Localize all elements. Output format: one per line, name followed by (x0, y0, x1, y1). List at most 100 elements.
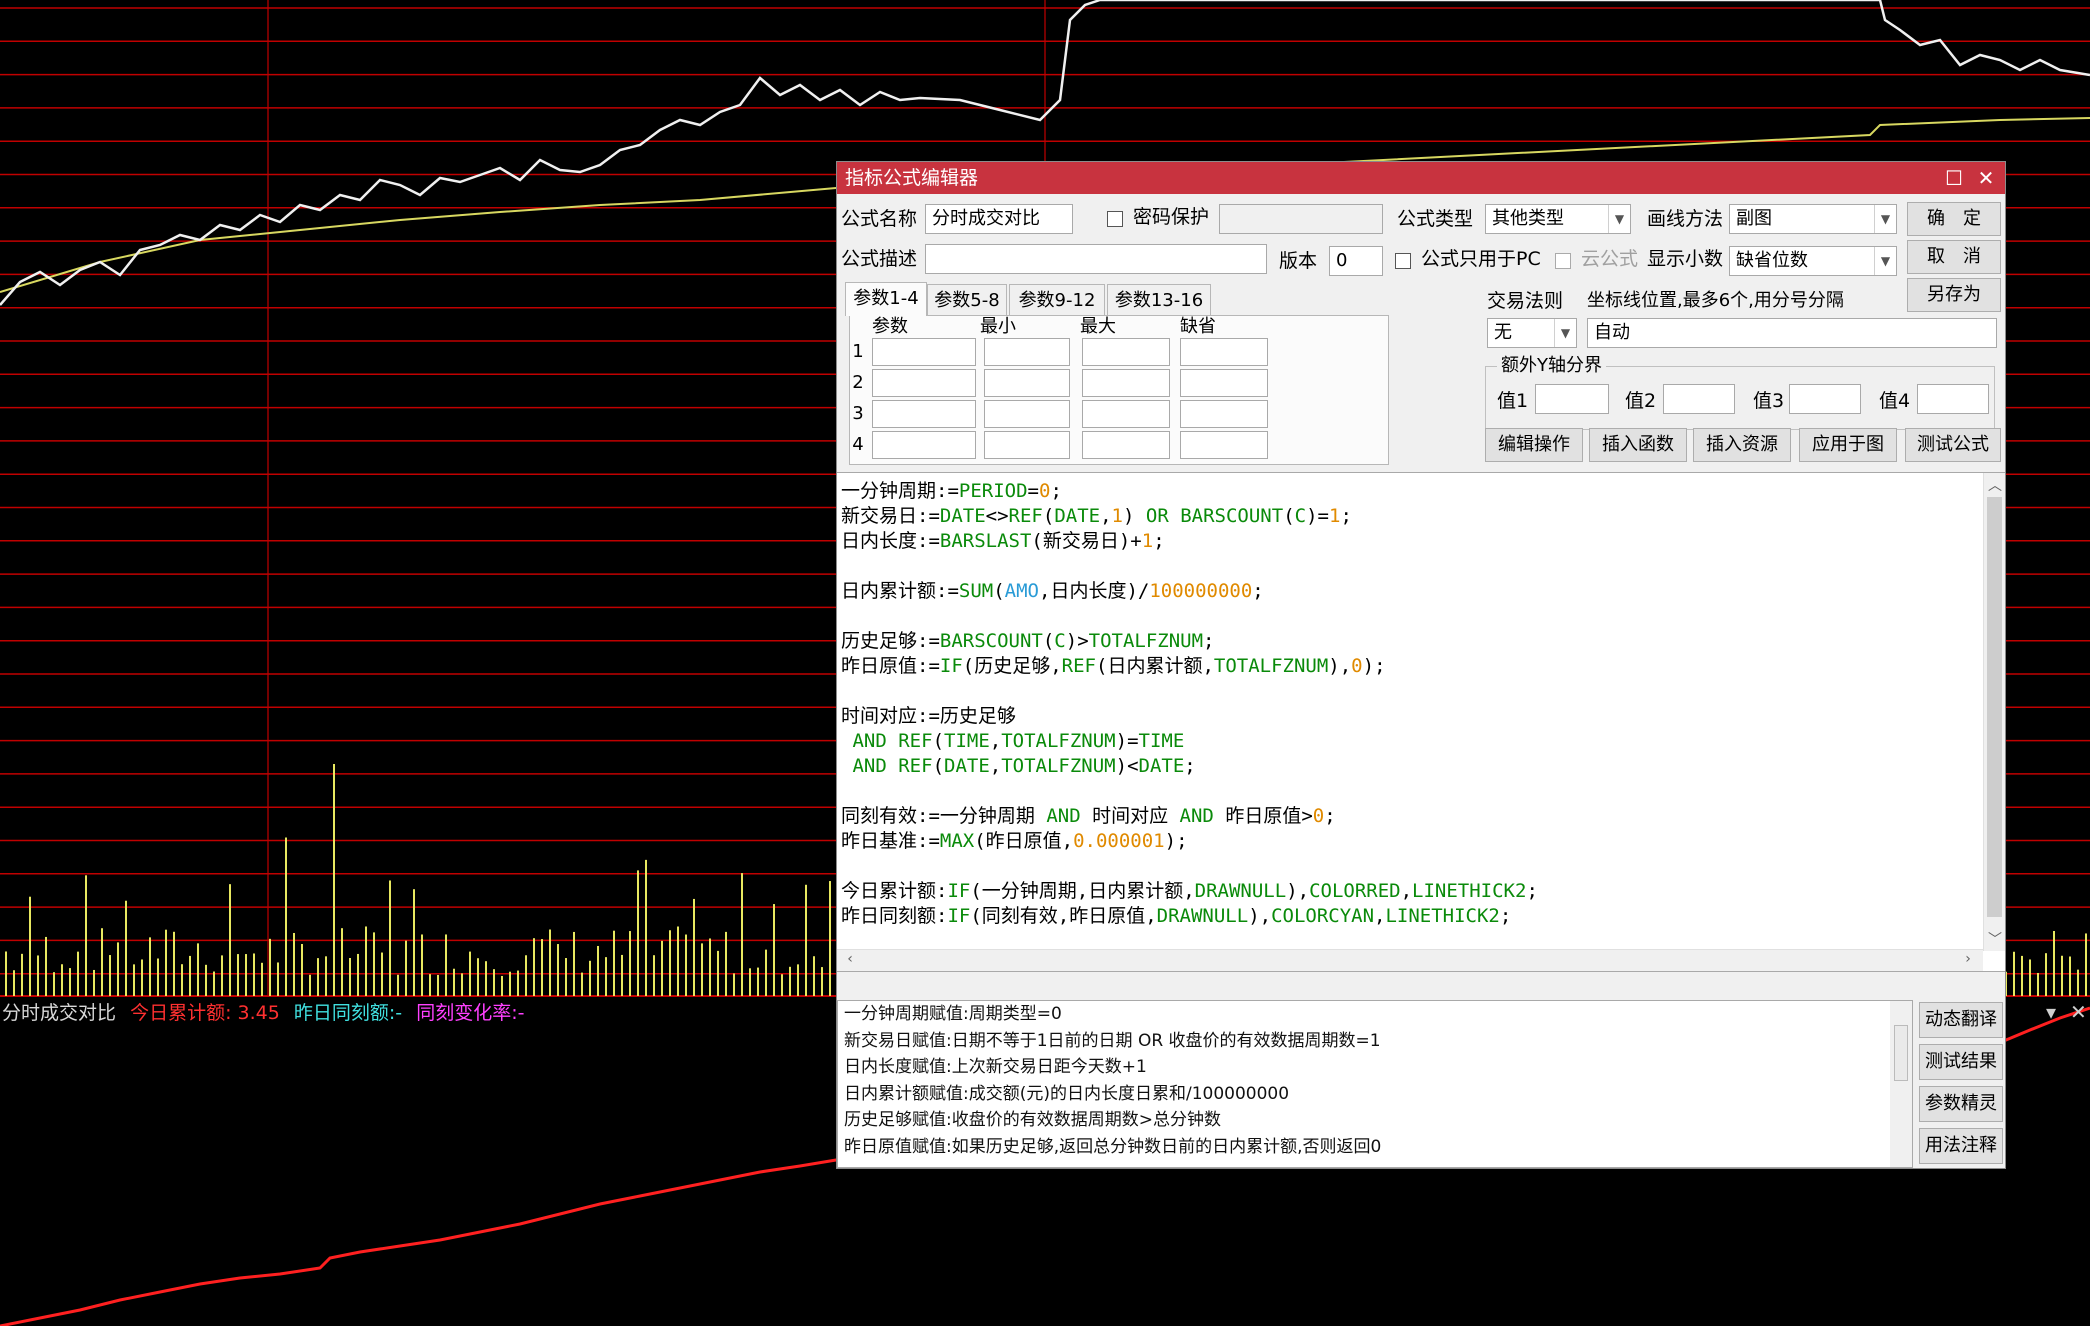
code-token: 100000000 (1149, 580, 1253, 602)
edit-operations-button[interactable]: 编辑操作 (1485, 428, 1583, 462)
param-min-input[interactable] (984, 338, 1070, 366)
explanation-line: 一分钟周期赋值:周期类型=0 (844, 1004, 1062, 1024)
param-name-input[interactable] (872, 338, 976, 366)
param-name-input[interactable] (872, 431, 976, 459)
dropdown-icon[interactable]: ▾ (2046, 1000, 2056, 1024)
code-line[interactable]: 昨日原值:=IF(历史足够,REF(日内累计额,TOTALFZNUM),0); (841, 654, 1981, 679)
y-value-2-input[interactable] (1663, 384, 1735, 414)
code-token: ; (1184, 755, 1196, 777)
param-max-input[interactable] (1082, 338, 1170, 366)
coord-lines-input[interactable]: 自动 (1587, 318, 1997, 348)
editor-horizontal-scrollbar[interactable]: ‹ › (837, 949, 1983, 971)
param-max-input[interactable] (1082, 400, 1170, 428)
scroll-up-icon[interactable]: ︿ (1984, 475, 2005, 495)
explain-scrollbar[interactable] (1890, 1001, 1912, 1167)
param-min-input[interactable] (984, 431, 1070, 459)
code-token: , (1400, 880, 1413, 902)
code-token: = (1027, 480, 1039, 502)
param-name-input[interactable] (872, 369, 976, 397)
param-max-input[interactable] (1082, 431, 1170, 459)
code-line[interactable]: 同刻有效:=一分钟周期 AND 时间对应 AND 昨日原值>0; (841, 804, 1981, 829)
scroll-left-icon[interactable]: ‹ (839, 951, 861, 967)
code-line[interactable]: 历史足够:=BARSCOUNT(C)>TOTALFZNUM; (841, 629, 1981, 654)
apply-to-chart-button[interactable]: 应用于图 (1799, 428, 1897, 462)
tab-params-1-4[interactable]: 参数1-4 (845, 282, 927, 316)
param-default-input[interactable] (1180, 431, 1268, 459)
param-default-input[interactable] (1180, 338, 1268, 366)
param-default-input[interactable] (1180, 369, 1268, 397)
password-input[interactable] (1219, 204, 1383, 234)
usage-notes-button[interactable]: 用法注释 (1919, 1128, 2003, 1164)
param-name-input[interactable] (872, 400, 976, 428)
scroll-right-icon[interactable]: › (1957, 951, 1979, 967)
cancel-button[interactable]: 取 消 (1907, 240, 2001, 274)
code-token: ; (1526, 880, 1538, 902)
password-checkbox[interactable] (1107, 211, 1123, 227)
code-line[interactable]: 日内累计额:=SUM(AMO,日内长度)/100000000; (841, 579, 1981, 604)
code-token: REF (1061, 655, 1096, 677)
decimals-select[interactable]: 缺省位数 ▼ (1729, 246, 1897, 276)
y-value-3-input[interactable] (1789, 384, 1861, 414)
y-value-1-input[interactable] (1535, 384, 1609, 414)
editor-vertical-scrollbar[interactable]: ︿ ﹀ (1983, 473, 2005, 951)
code-token: AND (1046, 805, 1081, 827)
code-line[interactable] (841, 679, 1981, 704)
scroll-thumb[interactable] (1894, 1025, 1908, 1081)
test-result-button[interactable]: 测试结果 (1919, 1044, 2003, 1080)
code-line[interactable] (841, 854, 1981, 879)
code-line[interactable] (841, 779, 1981, 804)
pc-only-checkbox[interactable] (1395, 253, 1411, 269)
cloud-formula-checkbox[interactable] (1555, 253, 1571, 269)
scroll-down-icon[interactable]: ﹀ (1984, 929, 2005, 949)
code-token: TOTALFZNUM (1088, 630, 1204, 652)
dynamic-translate-button[interactable]: 动态翻译 (1919, 1002, 2003, 1038)
code-line[interactable] (841, 604, 1981, 629)
tab-params-9-12[interactable]: 参数9-12 (1009, 284, 1105, 316)
code-line[interactable]: 日内长度:=BARSLAST(新交易日)+1; (841, 529, 1981, 554)
code-line[interactable]: AND REF(TIME,TOTALFZNUM)=TIME (841, 729, 1981, 754)
param-wizard-button[interactable]: 参数精灵 (1919, 1086, 2003, 1122)
code-token: ( (993, 580, 1005, 602)
maximize-icon[interactable]: ☐ (1939, 162, 1969, 194)
formula-code[interactable]: 一分钟周期:=PERIOD=0; 新交易日:=DATE<>REF(DATE,1) … (841, 479, 1981, 971)
param-min-input[interactable] (984, 400, 1070, 428)
test-formula-button[interactable]: 测试公式 (1905, 428, 2001, 462)
ok-button[interactable]: 确 定 (1907, 202, 2001, 236)
version-input[interactable]: 0 (1329, 246, 1383, 276)
code-token: ; (1050, 480, 1062, 502)
formula-type-label: 公式类型 (1397, 208, 1474, 230)
code-token: ( (1042, 505, 1055, 527)
code-token: 日内累计额:= (841, 580, 959, 602)
draw-method-select[interactable]: 副图 ▼ (1729, 204, 1897, 234)
close-icon[interactable]: ✕ (1971, 162, 2001, 194)
formula-code-editor[interactable]: 一分钟周期:=PERIOD=0; 新交易日:=DATE<>REF(DATE,1) … (837, 472, 2005, 972)
formula-type-select[interactable]: 其他类型 ▼ (1485, 204, 1631, 234)
code-line[interactable]: 时间对应:=历史足够 (841, 704, 1981, 729)
code-line[interactable]: 一分钟周期:=PERIOD=0; (841, 479, 1981, 504)
scroll-thumb[interactable] (1987, 497, 2002, 917)
param-min-input[interactable] (984, 369, 1070, 397)
param-default-input[interactable] (1180, 400, 1268, 428)
code-line[interactable]: AND REF(DATE,TOTALFZNUM)<DATE; (841, 754, 1981, 779)
insert-function-button[interactable]: 插入函数 (1589, 428, 1687, 462)
tab-params-13-16[interactable]: 参数13-16 (1107, 284, 1211, 316)
code-token: ; (1252, 580, 1264, 602)
insert-resource-button[interactable]: 插入资源 (1693, 428, 1791, 462)
formula-desc-input[interactable] (925, 244, 1267, 274)
code-token: COLORCYAN (1271, 905, 1375, 927)
code-token: 1 (1111, 505, 1123, 527)
code-line[interactable]: 新交易日:=DATE<>REF(DATE,1) OR BARSCOUNT(C)=… (841, 504, 1981, 529)
code-line[interactable]: 今日累计额:IF(一分钟周期,日内累计额,DRAWNULL),COLORRED,… (841, 879, 1981, 904)
save-as-button[interactable]: 另存为 (1907, 278, 2001, 312)
close-icon[interactable]: ✕ (2070, 1000, 2087, 1024)
code-line[interactable] (841, 554, 1981, 579)
tab-params-5-8[interactable]: 参数5-8 (927, 284, 1007, 316)
code-line[interactable]: 昨日基准:=MAX(昨日原值,0.000001); (841, 829, 1981, 854)
param-max-input[interactable] (1082, 369, 1170, 397)
y-value-4-input[interactable] (1917, 384, 1989, 414)
dialog-titlebar[interactable]: 指标公式编辑器 ☐ ✕ (837, 162, 2005, 194)
code-line[interactable]: 昨日同刻额:IF(同刻有效,昨日原值,DRAWNULL),COLORCYAN,L… (841, 904, 1981, 929)
formula-name-input[interactable]: 分时成交对比 (925, 204, 1073, 234)
trade-rule-select[interactable]: 无 ▼ (1487, 318, 1577, 348)
